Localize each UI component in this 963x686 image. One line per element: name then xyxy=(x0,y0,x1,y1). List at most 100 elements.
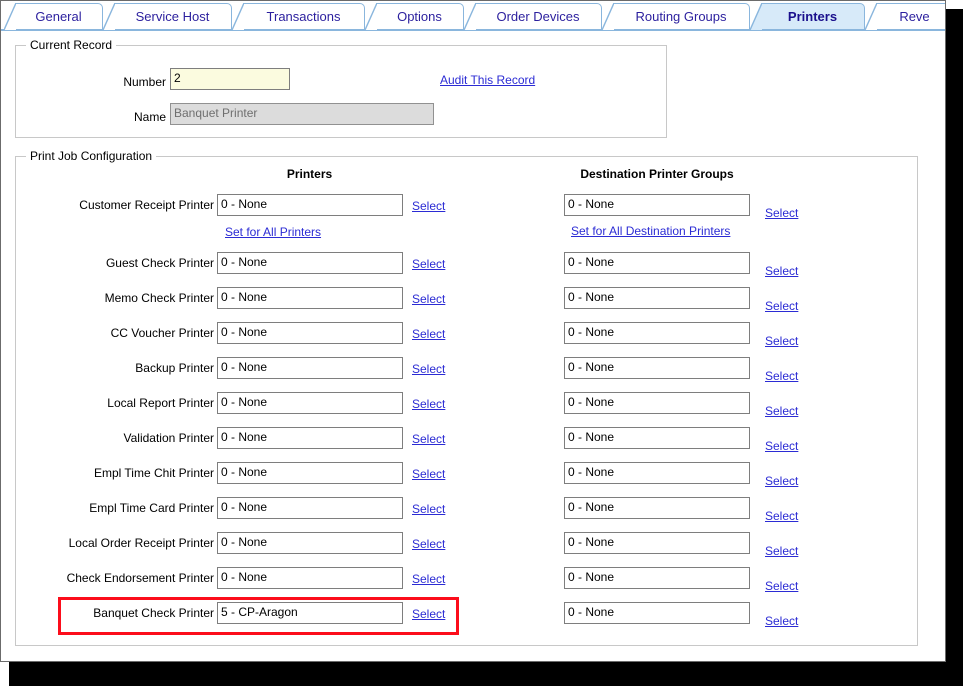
destination-printer-group-input[interactable]: 0 - None xyxy=(564,357,750,379)
printer-input[interactable]: 0 - None xyxy=(217,392,403,414)
tab-label: Printers xyxy=(787,9,838,24)
destination-select-link[interactable]: Select xyxy=(765,206,798,220)
destination-select-link[interactable]: Select xyxy=(765,579,798,593)
printers-column-header: Printers xyxy=(286,167,333,181)
destination-select-link[interactable]: Select xyxy=(765,474,798,488)
printer-select-link[interactable]: Select xyxy=(412,432,445,446)
row-label: Customer Receipt Printer xyxy=(79,198,214,212)
tab-label: Routing Groups xyxy=(635,9,727,24)
tab-printers[interactable]: Printers xyxy=(750,3,865,30)
destination-select-link[interactable]: Select xyxy=(765,299,798,313)
destination-select-link[interactable]: Select xyxy=(765,509,798,523)
destination-select-link[interactable]: Select xyxy=(765,264,798,278)
printer-input[interactable]: 0 - None xyxy=(217,252,403,274)
destination-printer-group-input[interactable]: 0 - None xyxy=(564,462,750,484)
number-label: Number xyxy=(123,75,166,89)
window-drop-shadow-right xyxy=(946,9,963,686)
row-label: Empl Time Card Printer xyxy=(89,501,214,515)
name-input: Banquet Printer xyxy=(170,103,434,125)
printer-select-link[interactable]: Select xyxy=(412,292,445,306)
tab-slant-edge xyxy=(4,3,16,30)
tab-reve[interactable]: Reve xyxy=(865,3,945,30)
tab-order-devices[interactable]: Order Devices xyxy=(464,3,602,30)
tab-label: Options xyxy=(397,9,442,24)
row-label: Validation Printer xyxy=(123,431,215,445)
printer-input[interactable]: 0 - None xyxy=(217,427,403,449)
destination-printer-group-input[interactable]: 0 - None xyxy=(564,322,750,344)
audit-this-record-link[interactable]: Audit This Record xyxy=(440,73,535,87)
row-label: CC Voucher Printer xyxy=(110,326,214,340)
destination-select-link[interactable]: Select xyxy=(765,334,798,348)
printer-select-link[interactable]: Select xyxy=(412,327,445,341)
printer-select-link[interactable]: Select xyxy=(412,467,445,481)
printer-input[interactable]: 0 - None xyxy=(217,462,403,484)
printer-select-link[interactable]: Select xyxy=(412,572,445,586)
tab-transactions[interactable]: Transactions xyxy=(232,3,365,30)
row-label: Local Order Receipt Printer xyxy=(68,536,214,550)
tab-options[interactable]: Options xyxy=(365,3,464,30)
tab-label: Transactions xyxy=(266,9,341,24)
destination-printer-group-input[interactable]: 0 - None xyxy=(564,532,750,554)
destination-printer-group-input[interactable]: 0 - None xyxy=(564,497,750,519)
tab-service-host[interactable]: Service Host xyxy=(103,3,232,30)
printer-input[interactable]: 0 - None xyxy=(217,497,403,519)
row-label: Banquet Check Printer xyxy=(93,606,214,620)
destination-printer-group-input[interactable]: 0 - None xyxy=(564,287,750,309)
tab-label: Service Host xyxy=(135,9,210,24)
printer-input[interactable]: 0 - None xyxy=(217,287,403,309)
set-for-all-destination-printers-link[interactable]: Set for All Destination Printers xyxy=(571,224,730,238)
number-input[interactable]: 2 xyxy=(170,68,290,90)
printer-input[interactable]: 0 - None xyxy=(217,567,403,589)
row-label: Local Report Printer xyxy=(107,396,214,410)
name-label: Name xyxy=(133,110,166,124)
tab-general[interactable]: General xyxy=(4,3,103,30)
printer-select-link[interactable]: Select xyxy=(412,362,445,376)
tab-slant-edge xyxy=(602,3,614,30)
tab-slant-edge xyxy=(865,3,877,30)
printer-input[interactable]: 0 - None xyxy=(217,357,403,379)
screenshot-root: General Service Host Transactions Options Or… xyxy=(0,0,963,686)
row-label: Check Endorsement Printer xyxy=(66,571,214,585)
printer-input[interactable]: 0 - None xyxy=(217,532,403,554)
destination-select-link[interactable]: Select xyxy=(765,544,798,558)
destination-printer-group-input[interactable]: 0 - None xyxy=(564,427,750,449)
tab-slant-edge xyxy=(750,3,762,30)
window-drop-shadow-bottom xyxy=(9,662,963,686)
tab-slant-edge xyxy=(232,3,244,30)
print-job-configuration-group-title: Print Job Configuration xyxy=(26,149,157,163)
tab-label: Order Devices xyxy=(496,9,580,24)
destination-printer-group-input[interactable]: 0 - None xyxy=(564,252,750,274)
tab-label: General xyxy=(35,9,82,24)
printer-select-link[interactable]: Select xyxy=(412,502,445,516)
tab-routing-groups[interactable]: Routing Groups xyxy=(602,3,750,30)
printer-select-link[interactable]: Select xyxy=(412,257,445,271)
tab-slant-edge xyxy=(365,3,377,30)
destination-printer-group-input[interactable]: 0 - None xyxy=(564,194,750,216)
current-record-group-title: Current Record xyxy=(26,38,117,52)
tab-slant-edge xyxy=(464,3,476,30)
tab-slant-edge xyxy=(103,3,115,30)
set-for-all-printers-link[interactable]: Set for All Printers xyxy=(225,225,321,239)
destination-select-link[interactable]: Select xyxy=(765,369,798,383)
destination-printer-group-input[interactable]: 0 - None xyxy=(564,602,750,624)
destination-select-link[interactable]: Select xyxy=(765,439,798,453)
printer-select-link[interactable]: Select xyxy=(412,537,445,551)
row-label: Guest Check Printer xyxy=(105,256,214,270)
row-label: Empl Time Chit Printer xyxy=(93,466,214,480)
printer-select-link[interactable]: Select xyxy=(412,199,445,213)
destination-printer-group-input[interactable]: 0 - None xyxy=(564,392,750,414)
tab-label: Reve xyxy=(899,9,930,24)
tab-bar: General Service Host Transactions Options Or… xyxy=(1,1,945,31)
printer-select-link[interactable]: Select xyxy=(412,607,445,621)
printer-input[interactable]: 0 - None xyxy=(217,194,403,216)
row-label: Memo Check Printer xyxy=(104,291,214,305)
printer-input[interactable]: 5 - CP-Aragon xyxy=(217,602,403,624)
destination-printer-groups-column-header: Destination Printer Groups xyxy=(580,167,734,181)
application-window: General Service Host Transactions Options Or… xyxy=(0,0,946,662)
destination-printer-group-input[interactable]: 0 - None xyxy=(564,567,750,589)
row-label: Backup Printer xyxy=(135,361,214,375)
destination-select-link[interactable]: Select xyxy=(765,614,798,628)
printer-input[interactable]: 0 - None xyxy=(217,322,403,344)
printer-select-link[interactable]: Select xyxy=(412,397,445,411)
destination-select-link[interactable]: Select xyxy=(765,404,798,418)
